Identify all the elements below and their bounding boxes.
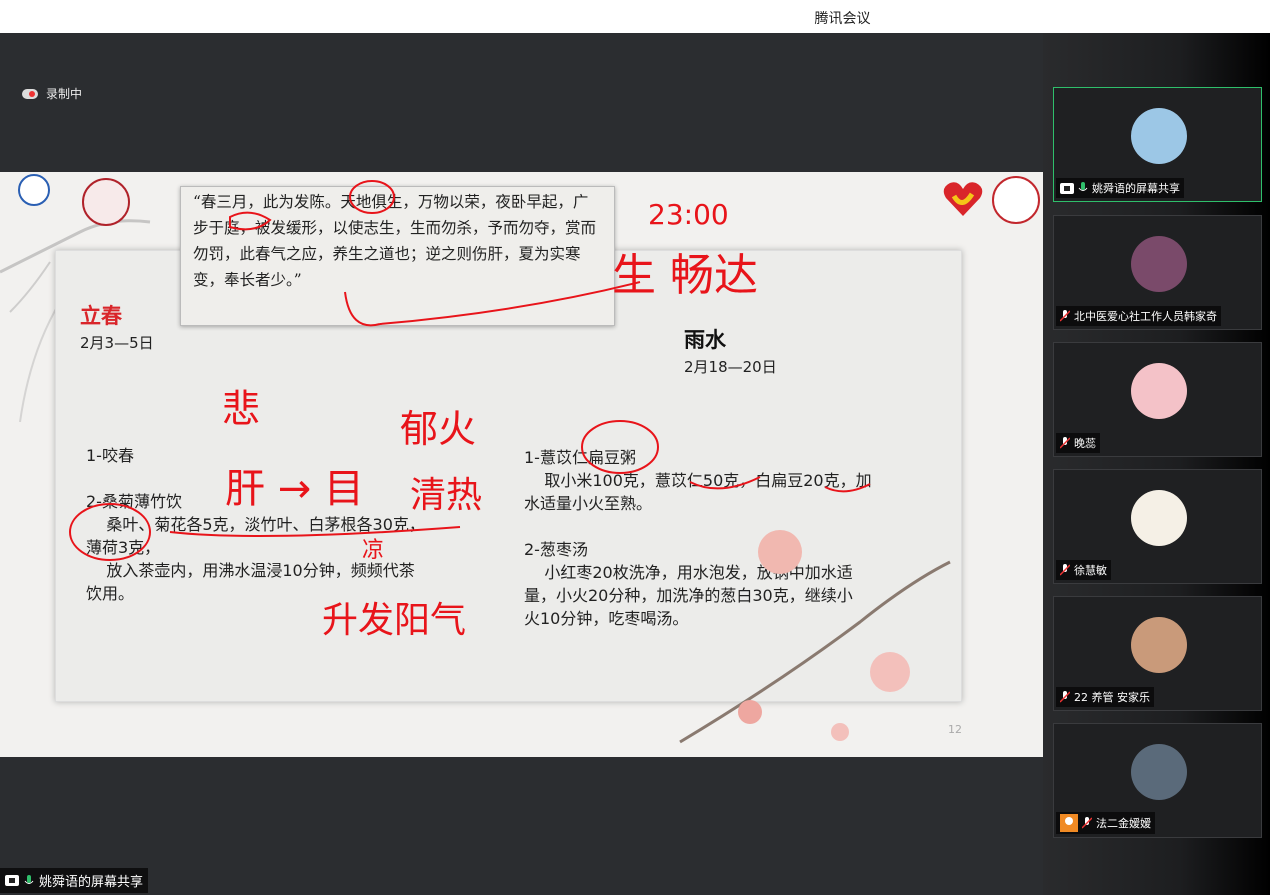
participant-tile[interactable]: 徐慧敏 [1053, 469, 1262, 584]
annotation-layer: 23:00 生 畅达 悲 郁火 肝 → 目 清热 凉 升发阳气 [69, 180, 871, 641]
annotation-yuhuo: 郁火 [400, 407, 476, 451]
participant-label: 22 养管 安家乐 [1056, 687, 1154, 707]
participant-name: 姚舜语的屏幕共享 [1092, 182, 1180, 195]
avatar [1131, 363, 1187, 419]
screen-share-icon [1060, 182, 1074, 194]
title-bar: 腾讯会议 [0, 0, 1270, 33]
recording-label: 录制中 [46, 87, 83, 101]
annotation-shengfa: 升发阳气 [322, 600, 466, 641]
mic-muted-icon [1060, 564, 1070, 576]
participant-name: 法二金嫒嫒 [1096, 817, 1151, 830]
mic-muted-icon [1082, 817, 1092, 829]
share-status-label: 姚舜语的屏幕共享 [39, 875, 144, 890]
mic-muted-icon [1060, 437, 1070, 449]
participant-name: 北中医爱心社工作人员韩家奇 [1074, 310, 1217, 323]
participant-tile[interactable]: 晚蕊 [1053, 342, 1262, 457]
participant-tile[interactable]: 法二金嫒嫒 [1053, 723, 1262, 838]
annotation-time: 23:00 [648, 198, 729, 231]
recording-indicator[interactable]: 录制中 [22, 85, 82, 102]
user-badge-icon [1060, 814, 1078, 832]
participant-label: 晚蕊 [1056, 433, 1100, 453]
participant-name: 晚蕊 [1074, 437, 1096, 450]
shared-slide: “春三月，此为发陈。天地俱生，万物以荣，夜卧早起，广步于庭，被发缓形，以使志生，… [0, 172, 1043, 757]
annotation-sheng: 生 畅达 [612, 250, 758, 301]
participant-label: 北中医爱心社工作人员韩家奇 [1056, 306, 1221, 326]
participants-sidebar: 姚舜语的屏幕共享 北中医爱心社工作人员韩家奇 晚蕊 徐慧敏 22 养管 安家乐 [1043, 33, 1270, 895]
participant-label: 徐慧敏 [1056, 560, 1111, 580]
participant-name: 徐慧敏 [1074, 564, 1107, 577]
participant-label: 法二金嫒嫒 [1056, 812, 1155, 834]
avatar [1131, 617, 1187, 673]
participant-label: 姚舜语的屏幕共享 [1056, 178, 1184, 198]
cloud-record-icon [22, 88, 38, 99]
avatar [1131, 108, 1187, 164]
mic-muted-icon [1060, 691, 1070, 703]
window-title: 腾讯会议 [814, 11, 871, 27]
participant-tile[interactable]: 22 养管 安家乐 [1053, 596, 1262, 711]
participant-tile[interactable]: 北中医爱心社工作人员韩家奇 [1053, 215, 1262, 330]
participant-name: 22 养管 安家乐 [1074, 691, 1150, 704]
annotation-bei: 悲 [222, 387, 260, 431]
mic-muted-icon [1060, 310, 1070, 322]
avatar [1131, 490, 1187, 546]
annotation-gan-mu: 肝 → 目 [225, 466, 364, 512]
participant-tile[interactable]: 姚舜语的屏幕共享 [1053, 87, 1262, 202]
annotation-liang: 凉 [362, 538, 384, 563]
avatar [1131, 236, 1187, 292]
mic-on-icon [1078, 182, 1088, 191]
screen-share-icon [5, 875, 19, 886]
mic-on-icon [24, 874, 34, 884]
avatar [1131, 744, 1187, 800]
share-status-bar[interactable]: 姚舜语的屏幕共享 [0, 868, 149, 893]
annotation-qingre: 清热 [410, 475, 482, 516]
